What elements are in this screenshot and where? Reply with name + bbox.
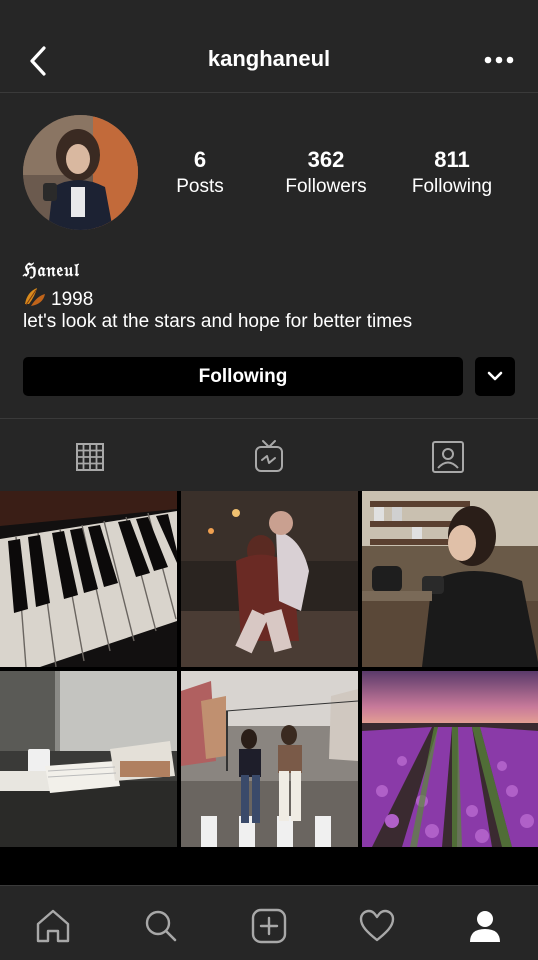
bio-birth-year-line: 1998 bbox=[23, 286, 93, 311]
heart-icon bbox=[359, 909, 395, 942]
profile-avatar[interactable] bbox=[23, 115, 138, 230]
fallen-leaf-emoji bbox=[23, 286, 47, 308]
posts-grid bbox=[0, 491, 538, 847]
bio-tagline: let's look at the stars and hope for bet… bbox=[23, 311, 413, 332]
home-icon bbox=[36, 909, 70, 943]
bio-birth-year: 1998 bbox=[51, 289, 94, 310]
bio-display-name: ℌ𝔞𝔫𝔢𝔲𝔩 bbox=[23, 260, 80, 281]
post-thumbnail[interactable] bbox=[362, 491, 538, 667]
grid-icon bbox=[76, 443, 104, 471]
profile-icon bbox=[470, 911, 500, 942]
tab-grid[interactable] bbox=[70, 437, 110, 477]
nav-activity[interactable] bbox=[357, 906, 397, 946]
bottom-navigation bbox=[0, 885, 538, 960]
post-thumbnail[interactable] bbox=[181, 491, 358, 667]
followers-count[interactable]: 362 Followers bbox=[266, 148, 386, 202]
posts-count-label: Posts bbox=[176, 176, 224, 197]
nav-new-post[interactable] bbox=[249, 906, 289, 946]
grid-bottom-space bbox=[0, 847, 538, 885]
following-button[interactable]: Following bbox=[23, 357, 463, 396]
tabs-divider bbox=[0, 418, 538, 419]
nav-profile[interactable] bbox=[465, 906, 505, 946]
following-count-value: 811 bbox=[434, 147, 470, 172]
followers-count-label: Followers bbox=[285, 176, 367, 197]
following-count[interactable]: 811 Following bbox=[392, 148, 512, 202]
post-thumbnail[interactable] bbox=[362, 671, 538, 847]
following-count-label: Following bbox=[411, 176, 493, 197]
tab-igtv[interactable] bbox=[249, 437, 289, 477]
posts-count-value: 6 bbox=[193, 147, 207, 172]
plus-square-icon bbox=[251, 908, 287, 944]
nav-search[interactable] bbox=[141, 906, 181, 946]
post-thumbnail[interactable] bbox=[0, 671, 177, 847]
chevron-down-icon bbox=[487, 371, 503, 381]
posts-count: 6 Posts bbox=[140, 148, 260, 202]
igtv-icon bbox=[255, 440, 283, 472]
suggested-dropdown-button[interactable] bbox=[475, 357, 515, 396]
post-thumbnail[interactable] bbox=[181, 671, 358, 847]
post-thumbnail[interactable] bbox=[0, 491, 177, 667]
search-icon bbox=[145, 910, 177, 942]
more-options-button[interactable] bbox=[482, 48, 516, 72]
followers-count-value: 362 bbox=[307, 147, 345, 172]
nav-home[interactable] bbox=[33, 906, 73, 946]
tagged-icon bbox=[432, 441, 464, 473]
more-horizontal-icon bbox=[484, 56, 514, 64]
profile-header: kanghaneul bbox=[0, 0, 538, 93]
tab-tagged[interactable] bbox=[428, 437, 468, 477]
profile-username: kanghaneul bbox=[207, 46, 331, 71]
